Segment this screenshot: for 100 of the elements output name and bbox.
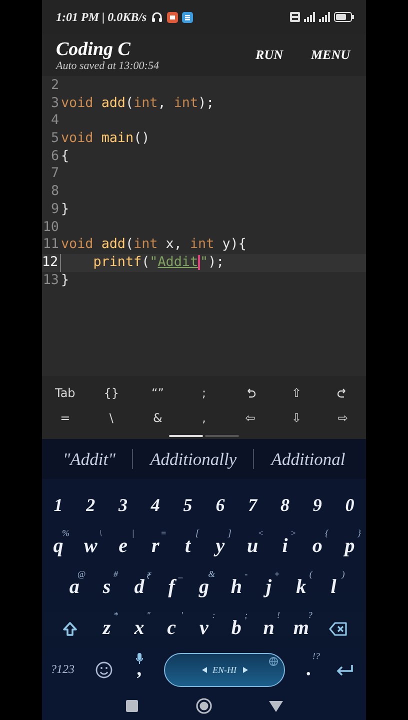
line-number: 3 (50, 94, 60, 112)
key[interactable]: c ' (155, 610, 188, 648)
key[interactable]: 0 (334, 486, 366, 524)
line-number: 10 (42, 218, 60, 236)
line-number: 7 (50, 165, 60, 184)
extra-key[interactable]: ; (198, 384, 210, 402)
extra-key[interactable]: {} (100, 384, 124, 402)
line-number: 12 (42, 254, 61, 272)
line-number: 13 (42, 272, 60, 290)
suggestion[interactable]: "Addit" (46, 448, 132, 470)
smiley-icon (94, 660, 113, 678)
key-hint: ; (244, 610, 248, 620)
key-hint: " (146, 610, 150, 620)
code-text: printf("Addit (93, 254, 198, 272)
key[interactable]: 3 (106, 486, 140, 524)
signal-icon (304, 12, 315, 22)
key[interactable]: m ? (284, 610, 318, 648)
key[interactable]: z * (90, 610, 124, 648)
key-hint: | (132, 528, 134, 538)
space-bar[interactable]: EN-HI (164, 652, 286, 686)
undo-icon (244, 387, 256, 398)
key[interactable]: t [ (172, 528, 204, 566)
redo-icon (337, 387, 348, 398)
line-number: 2 (50, 77, 60, 95)
suggestion[interactable]: Additional (254, 448, 362, 470)
key-hint: ' (180, 610, 183, 620)
right-arrow-icon (242, 666, 248, 672)
line-number: 11 (42, 236, 60, 254)
extra-key[interactable]: Tab (50, 384, 80, 402)
key-hint: # (114, 568, 118, 578)
key[interactable]: j + (252, 568, 285, 606)
key-hint: * (114, 610, 118, 620)
autosave-status: Auto saved at 13:00:54 (56, 60, 160, 72)
key[interactable]: p } (334, 528, 366, 566)
key-hint: % (62, 528, 70, 538)
key[interactable]: s # (90, 568, 124, 606)
recents-button[interactable] (124, 698, 140, 714)
key-hint: ] (228, 528, 232, 538)
key[interactable]: a @ (58, 568, 91, 606)
key[interactable]: l ) (317, 568, 350, 606)
key[interactable]: . !? (293, 650, 325, 688)
key[interactable]: w \ (74, 528, 107, 566)
key-hint: ( (309, 568, 312, 578)
key[interactable]: h - (220, 568, 253, 606)
code-line: { (61, 148, 70, 166)
key[interactable]: u < (236, 528, 269, 566)
app-notification-icon (182, 12, 193, 22)
key[interactable]: 9 (301, 486, 334, 524)
key[interactable]: , (124, 650, 156, 688)
key[interactable]: o { (301, 528, 334, 566)
extra-key[interactable]: ⇧ (288, 384, 306, 402)
suggestion[interactable]: Additionally (133, 448, 254, 470)
key[interactable]: q % (42, 528, 74, 566)
key-hint: { (324, 528, 329, 538)
page-indicator (205, 435, 239, 437)
extra-key[interactable]: , (198, 408, 210, 426)
extra-key[interactable]: \ (105, 408, 118, 426)
key[interactable]: 7 (236, 486, 269, 524)
key[interactable]: 1 (42, 486, 74, 524)
key[interactable]: 5 (172, 486, 204, 524)
key[interactable]: v : (188, 610, 220, 648)
key[interactable]: 6 (204, 486, 236, 524)
extra-key[interactable]: = (56, 408, 74, 426)
line-number: 6 (50, 148, 60, 166)
extra-key[interactable]: ⇨ (334, 408, 352, 426)
key[interactable]: i > (268, 528, 302, 566)
key-hint: @ (77, 568, 86, 578)
line-number: 8 (50, 183, 60, 201)
globe-icon (269, 656, 278, 666)
microphone-icon (136, 652, 144, 664)
key[interactable]: b ; (220, 610, 253, 648)
key[interactable]: n ! (252, 610, 285, 648)
key[interactable]: y ] (204, 528, 236, 566)
extra-key[interactable]: ⇦ (241, 408, 260, 426)
key[interactable]: g & (188, 568, 220, 606)
symbols-key[interactable]: ?123 (42, 650, 84, 688)
key[interactable]: 2 (74, 486, 107, 524)
key[interactable]: d₹ (123, 568, 156, 606)
code-text: "); (200, 254, 224, 272)
key-hint: ? (308, 610, 312, 620)
key[interactable]: e | (106, 528, 140, 566)
headphones-icon (150, 11, 163, 23)
key-hint: \ (99, 528, 102, 538)
extra-key[interactable]: & (149, 408, 166, 426)
key[interactable]: 8 (268, 486, 302, 524)
key[interactable]: r = (139, 528, 172, 566)
toolbar-action[interactable]: RUN (250, 43, 289, 67)
key[interactable]: k ( (284, 568, 318, 606)
key-hint: = (160, 528, 167, 538)
key[interactable]: x " (123, 610, 156, 648)
key[interactable]: 4 (139, 486, 172, 524)
key-hint: ₹ (145, 570, 150, 582)
key-hint: : (212, 610, 216, 620)
extra-key[interactable]: “” (147, 384, 168, 402)
toolbar-action[interactable]: MENU (304, 43, 356, 67)
key[interactable]: f _ (155, 568, 188, 606)
home-button[interactable] (196, 698, 212, 714)
extra-key[interactable]: ⇩ (288, 408, 306, 426)
signal-icon (319, 12, 330, 22)
key-hint: _ (178, 568, 183, 578)
